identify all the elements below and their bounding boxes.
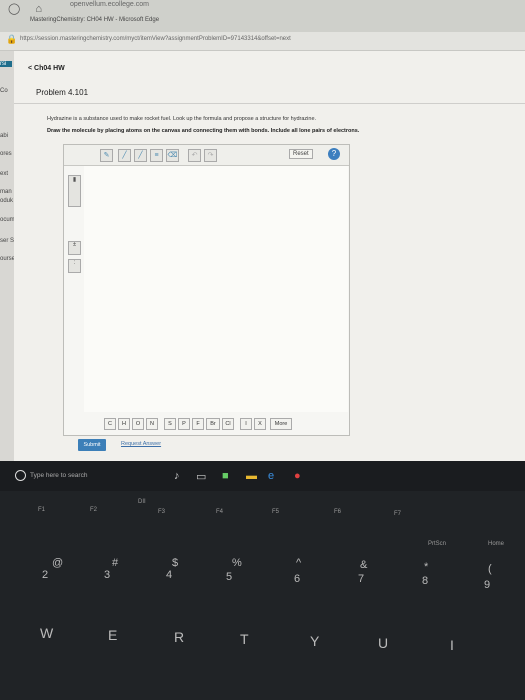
page: rsi Co abi ores ext man oduk ocum ser S …	[0, 51, 525, 470]
window-title: MasteringChemistry: CH04 HW - Microsoft …	[30, 17, 160, 23]
key: 9	[484, 579, 491, 591]
key: F1	[38, 507, 46, 513]
atom-cl-button[interactable]: Cl	[222, 418, 234, 430]
key: I	[450, 637, 454, 653]
left-nav-item[interactable]: abi	[0, 133, 8, 139]
single-bond-icon[interactable]: ╱	[118, 149, 131, 162]
left-nav-item[interactable]: man	[0, 189, 12, 195]
key: F6	[334, 509, 342, 515]
left-nav-item[interactable]: ocum	[0, 217, 15, 223]
store-icon[interactable]: ■	[222, 470, 229, 482]
lock-icon: 🔒	[6, 34, 18, 44]
key: DII	[138, 499, 146, 505]
edge-icon[interactable]: e	[268, 470, 274, 482]
key: 7	[358, 573, 365, 585]
key: F3	[158, 509, 166, 515]
more-atoms-button[interactable]: More	[270, 418, 292, 430]
browser-titlebar: ◯ ⌂ openvellum.ecollege.com MasteringChe…	[0, 0, 525, 32]
left-nav: rsi Co abi ores ext man oduk ocum ser S …	[0, 51, 15, 470]
atom-x-button[interactable]: X	[254, 418, 266, 430]
left-nav-item[interactable]: ext	[0, 171, 8, 177]
key: U	[378, 635, 389, 651]
key: R	[174, 629, 185, 645]
key: PrtScn	[428, 541, 447, 547]
key: $	[172, 557, 179, 569]
request-answer-link[interactable]: Request Answer	[121, 441, 161, 447]
submit-button[interactable]: Submit	[78, 439, 106, 451]
key: 6	[294, 573, 301, 585]
key: 4	[166, 569, 173, 581]
address-bar[interactable]: 🔒 https://session.masteringchemistry.com…	[0, 32, 525, 51]
windows-taskbar: Type here to search ♪ ▭ ■ ▬ e ●	[0, 461, 525, 491]
reset-button[interactable]: Reset	[289, 149, 313, 159]
problem-instruction: Draw the molecule by placing atoms on th…	[47, 128, 360, 134]
url-text[interactable]: https://session.masteringchemistry.com/m…	[20, 36, 291, 42]
left-nav-item[interactable]: ourse	[0, 256, 15, 262]
task-view-icon[interactable]: ▭	[196, 470, 206, 483]
key: 8	[422, 575, 429, 587]
physical-keyboard: F1 F2 DII F3 F4 F5 F6 F7 PrtScn Home @ 2…	[0, 491, 525, 700]
pencil-icon[interactable]: ✎	[100, 149, 113, 162]
cortana-icon[interactable]	[15, 470, 26, 481]
key: ^	[296, 557, 302, 569]
charge-tool[interactable]: ±	[68, 241, 81, 255]
atom-p-button[interactable]: P	[178, 418, 190, 430]
key: *	[424, 561, 429, 573]
atom-br-button[interactable]: Br	[206, 418, 220, 430]
left-nav-item[interactable]: ser S	[0, 238, 14, 244]
nav-icons[interactable]: ◯ ⌂	[8, 2, 48, 15]
left-nav-item[interactable]: oduk	[0, 198, 13, 204]
divider	[14, 103, 525, 104]
atom-s-button[interactable]: S	[164, 418, 176, 430]
key: F5	[272, 509, 280, 515]
key: F7	[394, 511, 402, 517]
atom-o-button[interactable]: O	[132, 418, 144, 430]
key: Y	[310, 633, 320, 649]
key: #	[112, 557, 119, 569]
triple-bond-icon[interactable]: ≡	[150, 149, 163, 162]
key: 5	[226, 571, 233, 583]
key: %	[232, 557, 242, 569]
problem-title: Problem 4.101	[36, 88, 89, 97]
left-nav-item[interactable]: rsi	[0, 61, 12, 67]
key: F2	[90, 507, 98, 513]
key: E	[108, 627, 118, 643]
lone-pair-tool[interactable]: :	[68, 259, 81, 273]
atom-c-button[interactable]: C	[104, 418, 116, 430]
erase-icon[interactable]: ⌫	[166, 149, 179, 162]
key: F4	[216, 509, 224, 515]
laptop-screen: ◯ ⌂ openvellum.ecollege.com MasteringChe…	[0, 0, 525, 470]
template-tool[interactable]: ▮	[68, 175, 81, 207]
problem-intro: Hydrazine is a substance used to make ro…	[47, 116, 317, 122]
key: W	[40, 625, 54, 641]
back-link[interactable]: < Ch04 HW	[28, 65, 65, 72]
chrome-icon[interactable]: ●	[294, 470, 301, 482]
key: 3	[104, 569, 111, 581]
key: (	[488, 563, 492, 575]
left-nav-item[interactable]: Co	[0, 88, 8, 94]
key: T	[240, 631, 249, 647]
left-nav-item[interactable]: ores	[0, 151, 12, 157]
key: @	[52, 557, 64, 569]
molecule-editor: ✎ ╱ ╱ ≡ ⌫ ↶ ↷ Reset ? ▮ ± : C H O N S P …	[63, 144, 350, 436]
editor-toolbar: ✎ ╱ ╱ ≡ ⌫ ↶ ↷ Reset ?	[64, 145, 349, 166]
atom-i-button[interactable]: I	[240, 418, 252, 430]
key: Home	[488, 541, 505, 547]
browser-tab[interactable]: openvellum.ecollege.com	[70, 1, 149, 8]
mic-icon[interactable]: ♪	[174, 470, 180, 482]
drawing-canvas[interactable]	[84, 166, 348, 412]
taskbar-search[interactable]: Type here to search	[30, 472, 87, 479]
redo-icon[interactable]: ↷	[204, 149, 217, 162]
help-icon[interactable]: ?	[328, 148, 340, 160]
atom-f-button[interactable]: F	[192, 418, 204, 430]
key: 2	[42, 569, 49, 581]
main-content: < Ch04 HW Problem 4.101 Hydrazine is a s…	[14, 51, 525, 470]
key: &	[360, 559, 368, 571]
atom-h-button[interactable]: H	[118, 418, 130, 430]
atom-n-button[interactable]: N	[146, 418, 158, 430]
file-explorer-icon[interactable]: ▬	[246, 470, 257, 482]
double-bond-icon[interactable]: ╱	[134, 149, 147, 162]
undo-icon[interactable]: ↶	[188, 149, 201, 162]
